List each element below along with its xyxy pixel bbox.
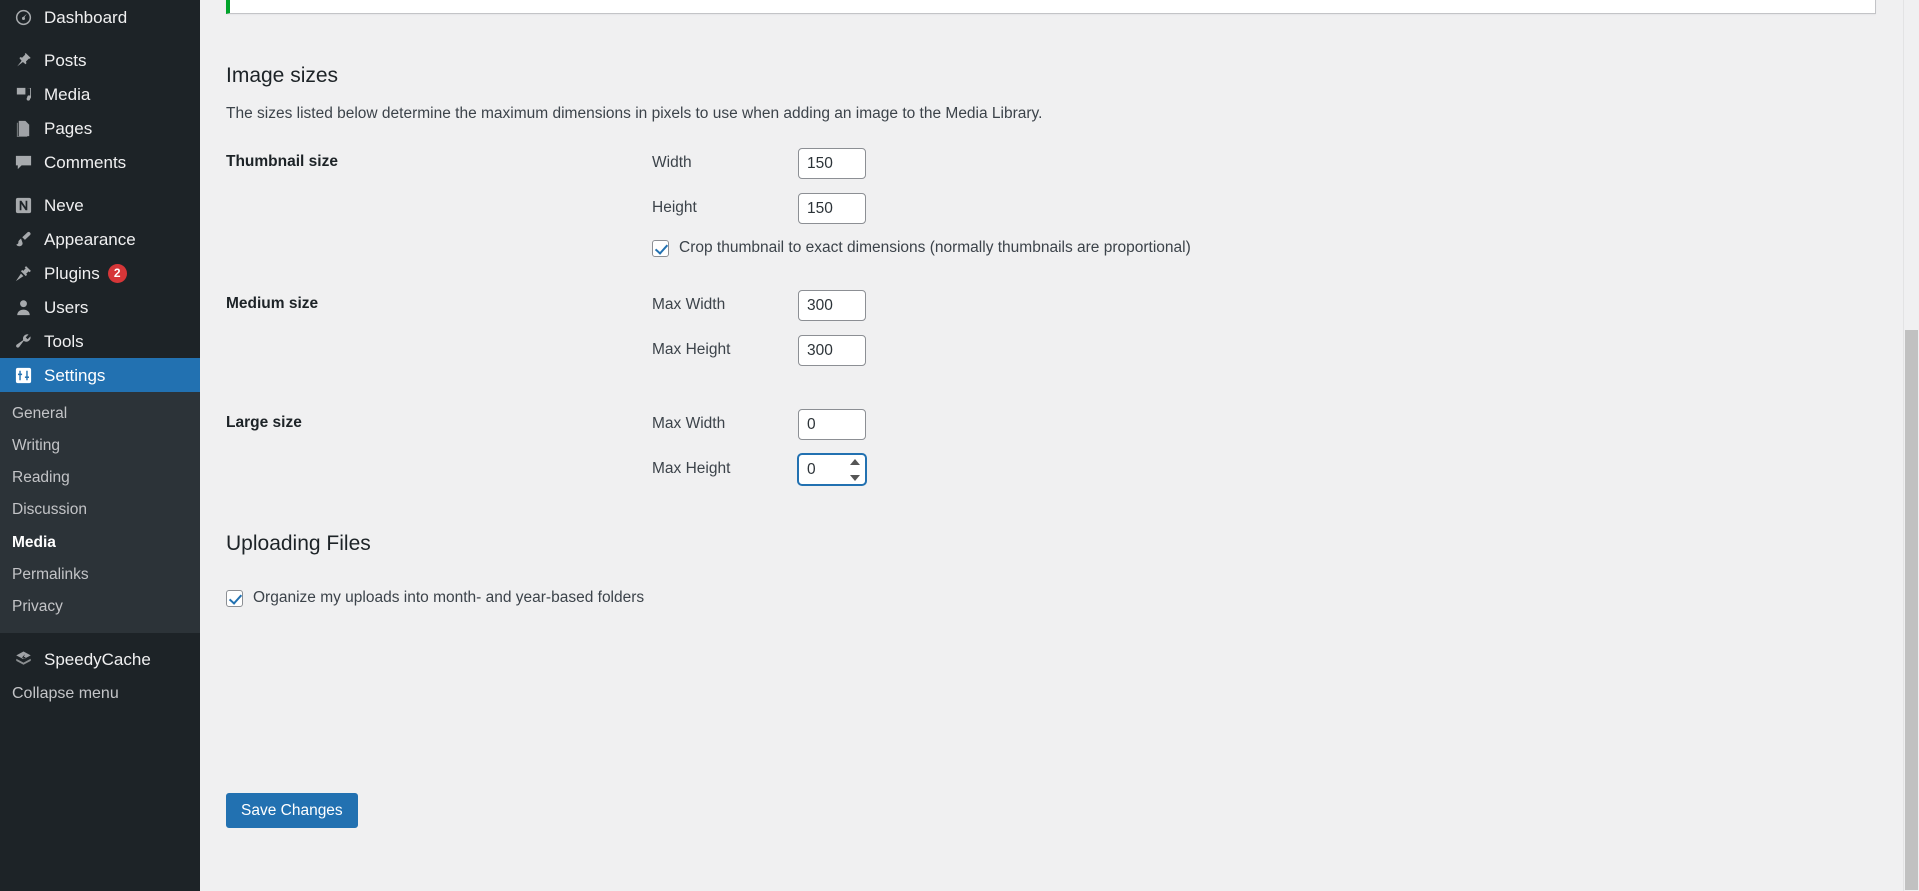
- submenu-item-reading[interactable]: Reading: [0, 462, 200, 494]
- size-input-wrapper: [798, 335, 866, 366]
- size-field-label: Max Height: [652, 460, 731, 478]
- sidebar-item-label: Appearance: [44, 229, 136, 249]
- plugin-icon: [12, 262, 34, 284]
- sidebar-item-appearance[interactable]: Appearance: [0, 222, 200, 256]
- size-field-label: Max Width: [652, 415, 726, 433]
- organize-uploads-checkbox-row: Organize my uploads into month- and year…: [226, 588, 644, 608]
- page-scrollbar-thumb[interactable]: [1905, 330, 1918, 890]
- number-spinner[interactable]: [848, 458, 861, 481]
- pages-icon: [12, 117, 34, 139]
- sidebar-item-label: Tools: [44, 331, 84, 351]
- size-row-label-large: Large size: [226, 414, 302, 431]
- size-field-group: Max Height: [652, 454, 866, 485]
- size-field-group: Width: [652, 148, 866, 179]
- sidebar-item-speedycache[interactable]: SpeedyCache: [0, 643, 200, 677]
- menu-separator: [0, 34, 200, 43]
- image-sizes-description: The sizes listed below determine the max…: [226, 105, 1043, 122]
- sidebar-item-label: Plugins: [44, 263, 100, 283]
- settings-icon: [12, 364, 34, 386]
- collapse-menu-label: Collapse menu: [12, 684, 119, 702]
- menu-separator: [0, 179, 200, 188]
- brush-icon: [12, 228, 34, 250]
- size-field-group: Max Height: [652, 335, 866, 366]
- sidebar-item-label: Neve: [44, 195, 84, 215]
- wrench-icon: [12, 330, 34, 352]
- sidebar-item-label: Comments: [44, 152, 127, 172]
- sidebar-item-users[interactable]: Users: [0, 290, 200, 324]
- crop-thumbnail-checkbox-row: Crop thumbnail to exact dimensions (norm…: [652, 238, 1191, 258]
- sidebar-item-label: Users: [44, 297, 89, 317]
- sidebar-item-label: Media: [44, 84, 91, 104]
- sidebar-item-settings[interactable]: Settings: [0, 358, 208, 392]
- settings-submenu: General Writing Reading Discussion Media Perm…: [0, 392, 200, 633]
- size-input-wrapper: [798, 193, 866, 224]
- submenu-item-discussion[interactable]: Discussion: [0, 494, 200, 526]
- sidebar-item-plugins[interactable]: Plugins 2: [0, 256, 200, 290]
- media-icon: [12, 83, 34, 105]
- sidebar-item-media[interactable]: Media: [0, 77, 200, 111]
- sidebar-item-label: Dashboard: [44, 7, 128, 27]
- speedycache-pro-notice: SpeedyCache Pro comes with features like…: [226, 0, 1876, 14]
- image-sizes-heading: Image sizes: [226, 64, 339, 87]
- size-field-label: Height: [652, 199, 697, 217]
- crop-thumbnail-checkbox[interactable]: [652, 239, 669, 257]
- sidebar-item-dashboard[interactable]: Dashboard: [0, 0, 200, 34]
- sidebar-item-tools[interactable]: Tools: [0, 324, 200, 358]
- sidebar-item-label: SpeedyCache: [44, 650, 151, 670]
- input-medium-max-height[interactable]: [798, 335, 866, 366]
- sidebar-bottom-group: SpeedyCache Collapse menu: [0, 643, 200, 718]
- input-medium-max-width[interactable]: [798, 290, 866, 321]
- pin-icon: [12, 49, 34, 71]
- size-field-group: Max Width: [652, 290, 866, 321]
- crop-thumbnail-label: Crop thumbnail to exact dimensions (norm…: [679, 239, 1191, 256]
- sidebar-menu-list: Dashboard Posts Media Pages Comments Neve Appe…: [0, 0, 208, 392]
- collapse-menu-button[interactable]: Collapse menu: [0, 677, 200, 718]
- sidebar-item-posts[interactable]: Posts: [0, 43, 200, 77]
- neve-icon: [12, 194, 34, 216]
- size-row-label-thumbnail: Thumbnail size: [226, 153, 338, 170]
- submenu-item-general[interactable]: General: [0, 398, 200, 430]
- submenu-item-permalinks[interactable]: Permalinks: [0, 559, 200, 591]
- speedycache-icon: [12, 649, 34, 671]
- sidebar-item-label: Pages: [44, 118, 93, 138]
- input-large-max-width[interactable]: [798, 409, 866, 440]
- size-input-wrapper: [798, 409, 866, 440]
- size-input-wrapper: [798, 290, 866, 321]
- organize-uploads-checkbox[interactable]: [226, 589, 243, 607]
- sidebar-item-label: Settings: [44, 365, 106, 385]
- plugins-update-badge: 2: [107, 263, 127, 283]
- submenu-item-privacy[interactable]: Privacy: [0, 591, 200, 623]
- wordpress-admin-screen: Dashboard Posts Media Pages Comments Neve Appe…: [0, 0, 1919, 891]
- comments-icon: [12, 151, 34, 173]
- size-field-label: Max Width: [652, 296, 726, 314]
- sidebar-item-label: Posts: [44, 50, 87, 70]
- save-changes-button[interactable]: Save Changes: [226, 793, 358, 829]
- user-icon: [12, 296, 34, 318]
- size-field-label: Width: [652, 154, 692, 172]
- size-row-label-medium: Medium size: [226, 295, 319, 312]
- spinner-down-arrow-icon[interactable]: [849, 474, 860, 481]
- page-scrollbar-track[interactable]: [1903, 0, 1919, 891]
- input-thumbnail-height[interactable]: [798, 193, 866, 224]
- size-field-label: Max Height: [652, 341, 731, 359]
- size-field-group: Max Width: [652, 409, 866, 440]
- size-input-wrapper: [798, 454, 866, 485]
- size-field-group: Height: [652, 193, 866, 224]
- dashboard-icon: [12, 6, 34, 28]
- submenu-item-writing[interactable]: Writing: [0, 430, 200, 462]
- size-input-wrapper: [798, 148, 866, 179]
- media-settings-content: SpeedyCache Pro comes with features like…: [200, 0, 1919, 891]
- sidebar-item-pages[interactable]: Pages: [0, 111, 200, 145]
- admin-sidebar: Dashboard Posts Media Pages Comments Neve Appe…: [0, 0, 208, 891]
- uploading-files-heading: Uploading Files: [226, 532, 371, 555]
- submenu-item-media[interactable]: Media: [0, 527, 200, 559]
- organize-uploads-label: Organize my uploads into month- and year…: [253, 589, 645, 606]
- spinner-up-arrow-icon[interactable]: [849, 458, 860, 465]
- sidebar-item-neve[interactable]: Neve: [0, 188, 200, 222]
- input-thumbnail-width[interactable]: [798, 148, 866, 179]
- sidebar-item-comments[interactable]: Comments: [0, 145, 200, 179]
